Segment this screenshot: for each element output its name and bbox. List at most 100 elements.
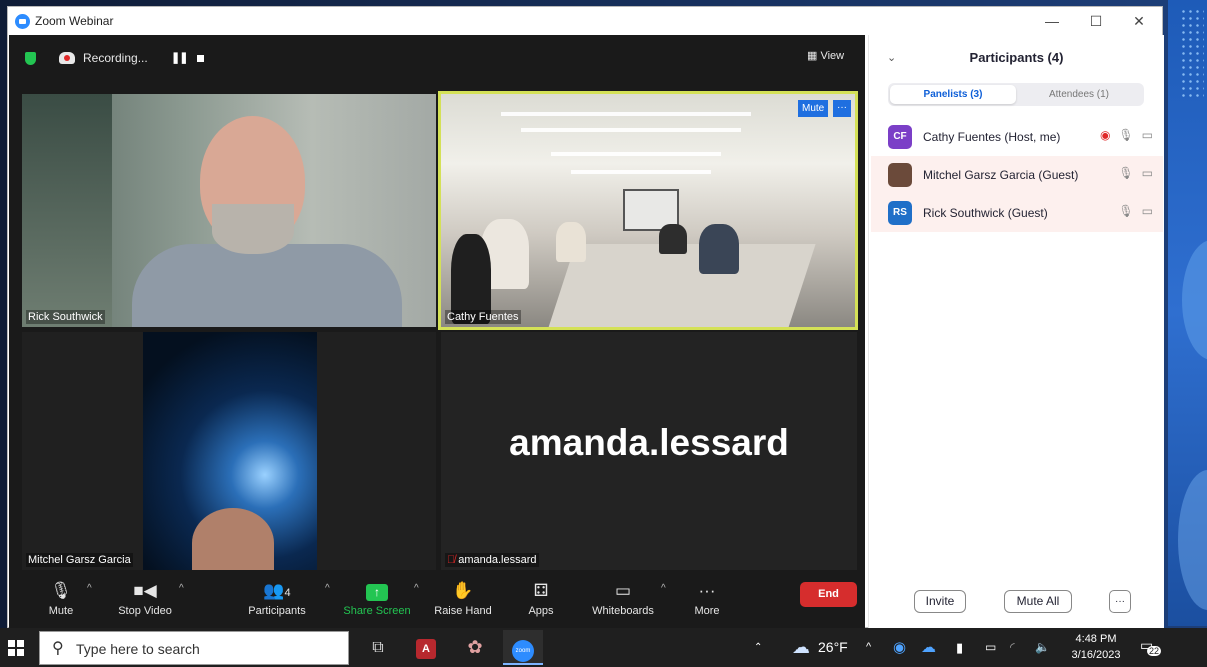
video-stage: Recording... ❚❚ ▦ View Rick Southwick Mu… [9,35,865,628]
show-hidden-chevron-icon[interactable]: ⌃ [754,628,762,667]
participants-count: 4 [284,587,291,599]
security-shield-icon[interactable] [25,52,36,65]
raise-hand-button[interactable]: ✋ Raise Hand [423,580,503,626]
more-dots-icon: ··· [698,581,716,600]
panel-more-button[interactable]: ··· [1109,590,1131,613]
whiteboard-icon: ▭ [614,581,632,600]
video-tile-cathy-fuentes[interactable]: Mute ··· Cathy Fuentes [438,91,858,330]
window-title: Zoom Webinar [35,14,114,28]
view-label: View [820,50,845,62]
participants-label: Participants [248,605,306,617]
wifi-icon[interactable]: ◜ [1010,628,1015,667]
apps-button[interactable]: ⚃ Apps [501,580,581,626]
whiteboards-label: Whiteboards [592,605,654,617]
participant-row[interactable]: CF Cathy Fuentes (Host, me) ◉ 🎙 ▭ [871,118,1163,156]
participant-row[interactable]: RS Rick Southwick (Guest) 🎙 ▭ [871,194,1163,232]
weather-icon: ☁ [792,637,810,657]
taskbar-search[interactable]: ⚲ Type here to search [39,631,349,665]
video-camera-icon: ■◀ [133,581,157,600]
tile-name-label: 🎙̸ amanda.lessard [445,553,539,567]
close-button[interactable]: ✕ [1128,11,1150,31]
tab-attendees[interactable]: Attendees (1) [1016,85,1142,104]
system-clock[interactable]: 4:48 PM 3/16/2023 [1068,631,1124,663]
mic-muted-icon: 🎙̸ [447,554,456,566]
search-placeholder: Type here to search [76,641,200,657]
share-screen-label: Share Screen [343,605,411,617]
end-meeting-button[interactable]: End [800,582,857,607]
battery-icon[interactable]: ▭ [985,628,996,667]
avatar: CF [888,125,912,149]
access-app-icon[interactable]: A [406,630,446,665]
hand-icon: ✋ [452,581,474,600]
recording-status: Recording... [83,51,148,65]
tray-overflow-chevron-icon[interactable]: ^ [866,628,871,667]
mute-label: Mute [48,605,74,617]
onedrive-icon[interactable]: ☁ [921,628,936,667]
tile-more-button[interactable]: ··· [833,100,851,117]
cloud-recording-icon [59,52,75,64]
participants-chevron-icon[interactable]: ^ [325,583,330,594]
pause-recording-button[interactable]: ❚❚ [171,51,188,64]
recording-icon: ◉ [1099,128,1111,142]
meeting-controls: 🎙 Mute ^ ■◀ Stop Video ^ 👥4 Participants… [9,575,865,628]
participant-name: Mitchel Garsz Garcia (Guest) [923,168,1079,182]
tile-name-label: Cathy Fuentes [445,310,521,324]
clock-date: 3/16/2023 [1071,649,1121,661]
apps-icon: ⚃ [533,581,549,600]
participants-icon: 👥4 [263,581,291,600]
more-button[interactable]: ··· More [667,580,747,626]
tab-panelists[interactable]: Panelists (3) [890,85,1016,104]
minimize-button[interactable]: — [1041,11,1063,31]
more-label: More [694,605,720,617]
avatar: RS [888,201,912,225]
video-options-chevron-icon[interactable]: ^ [179,583,184,594]
audio-options-chevron-icon[interactable]: ^ [87,583,92,594]
paint-app-icon[interactable]: ✿ [455,630,495,665]
chrome-tray-icon[interactable]: ◉ [893,628,906,667]
maximize-button[interactable]: ☐ [1085,11,1107,31]
participant-row[interactable]: Mitchel Garsz Garcia (Guest) 🎙 ▭ [871,156,1163,194]
usb-icon[interactable]: ▮ [956,628,963,667]
tile-name-label: Mitchel Garsz Garcia [26,553,133,567]
tile-name-label: Rick Southwick [26,310,105,324]
search-icon: ⚲ [52,640,64,657]
avatar [888,163,912,187]
share-options-chevron-icon[interactable]: ^ [414,583,419,594]
stop-recording-button[interactable] [197,55,204,62]
video-tile-mitchel-garsz-garcia[interactable]: Mitchel Garsz Garcia [22,332,436,570]
wallpaper-dots [1180,8,1204,98]
invite-button[interactable]: Invite [914,590,966,613]
stop-video-button[interactable]: ■◀ Stop Video [105,580,185,626]
participant-tabs: Panelists (3) Attendees (1) [888,83,1144,106]
mute-participant-button[interactable]: Mute [798,100,829,117]
participants-panel: ⌄ Participants (4) Panelists (3) Attende… [868,35,1164,628]
participant-name: Cathy Fuentes (Host, me) [923,130,1061,144]
video-tile-rick-southwick[interactable]: Rick Southwick [22,94,436,327]
mute-all-button[interactable]: Mute All [1004,590,1072,613]
windows-start-icon[interactable] [8,640,24,656]
video-tile-amanda-lessard[interactable]: amanda.lessard 🎙̸ amanda.lessard [441,332,857,570]
apps-label: Apps [528,605,554,617]
microphone-icon: 🎙 [1118,204,1134,218]
stop-video-label: Stop Video [118,605,172,617]
whiteboards-button[interactable]: ▭ Whiteboards [583,580,663,626]
volume-icon[interactable]: 🔈 [1035,628,1050,667]
video-camera-icon: ▭ [1141,128,1153,142]
microphone-icon: 🎙 [1118,166,1134,180]
task-view-icon[interactable]: ⧉ [358,630,398,665]
view-button[interactable]: ▦ View [807,49,844,62]
participants-button[interactable]: 👥4 Participants [237,580,317,626]
tile-name-text: amanda.lessard [458,554,537,566]
zoom-logo-icon [15,14,30,29]
zoom-taskbar-icon[interactable]: zoom [503,630,543,665]
notifications-icon[interactable]: ▭ 22 [1140,637,1162,657]
windows-taskbar: ⚲ Type here to search ⧉ A ✿ zoom ⌃ ☁ 26°… [0,628,1207,667]
share-screen-button[interactable]: ↑ Share Screen [337,580,417,626]
temperature[interactable]: 26°F [818,628,848,667]
raise-hand-label: Raise Hand [434,605,492,617]
video-camera-icon: ▭ [1141,204,1153,218]
participant-name-display: amanda.lessard [509,422,789,463]
participant-name: Rick Southwick (Guest) [923,206,1048,220]
whiteboard-options-chevron-icon[interactable]: ^ [661,583,666,594]
clock-time: 4:48 PM [1075,633,1117,645]
